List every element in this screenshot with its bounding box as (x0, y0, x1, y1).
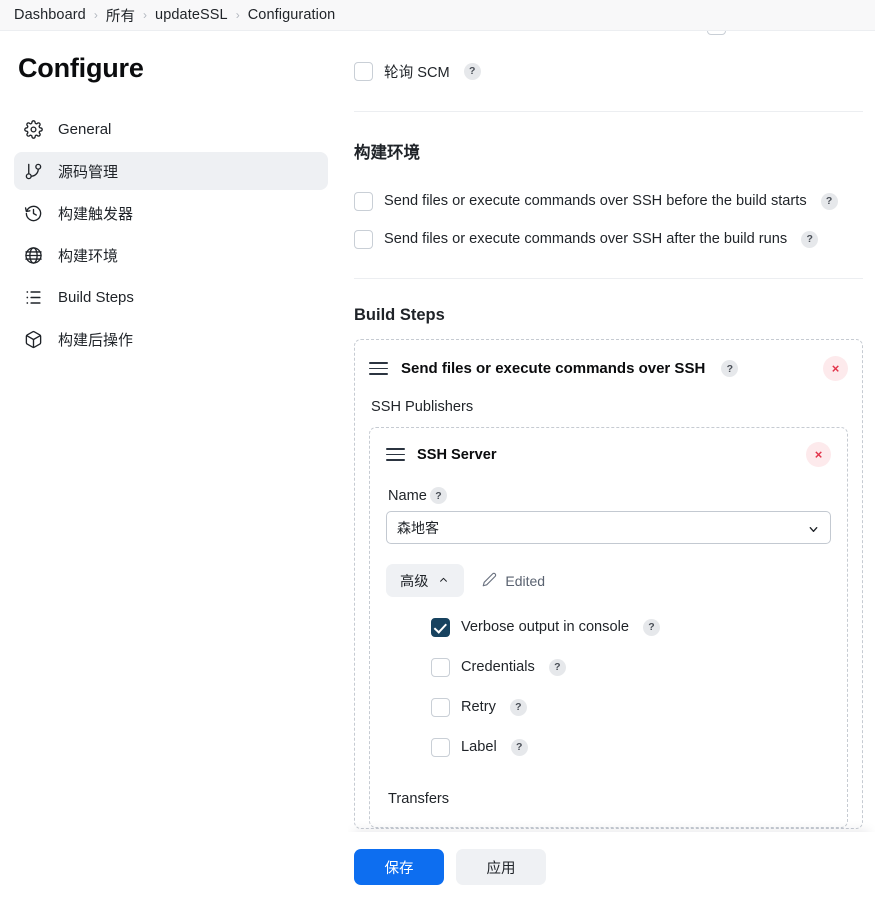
advanced-row: 高级 Edited (386, 564, 831, 597)
help-icon[interactable]: ? (463, 62, 481, 80)
retry-label: Retry (461, 699, 496, 715)
git-branch-icon (23, 161, 44, 182)
drag-handle-icon[interactable] (386, 445, 405, 464)
advanced-options-group: Verbose output in console ? Credentials … (386, 597, 831, 759)
scm-poll-row[interactable]: 轮询 SCM ? (354, 59, 863, 83)
edited-indicator: Edited (482, 572, 545, 590)
build-environment-heading: 构建环境 (354, 144, 420, 162)
help-icon[interactable]: ? (548, 658, 566, 676)
breadcrumb-item-updatessl[interactable]: updateSSL (149, 7, 234, 23)
clock-icon (23, 203, 44, 224)
save-button[interactable]: 保存 (354, 849, 444, 885)
name-field-label: Name ? (388, 487, 831, 504)
sidebar-item-post-build-actions[interactable]: 构建后操作 (14, 320, 328, 358)
delete-build-step-button[interactable]: × (823, 356, 848, 381)
help-icon[interactable]: ? (801, 230, 819, 248)
sidebar-item-label: Build Steps (58, 288, 134, 306)
build-step-panel: Send files or execute commands over SSH … (354, 339, 863, 829)
breadcrumb-item-dashboard[interactable]: Dashboard (8, 7, 92, 23)
ssh-server-title: SSH Server (417, 446, 497, 463)
advanced-option-row[interactable]: Label ? (431, 735, 831, 759)
advanced-option-row[interactable]: Credentials ? (431, 655, 831, 679)
clipped-checkbox-fragment (707, 31, 726, 35)
sidebar-item-label: 构建环境 (58, 247, 119, 265)
sidebar-item-label: General (58, 120, 112, 138)
list-icon (23, 287, 44, 308)
credentials-label: Credentials (461, 659, 535, 675)
verbose-output-label: Verbose output in console (461, 619, 629, 635)
retry-checkbox[interactable] (431, 697, 450, 717)
main-scroll-area: 轮询 SCM ? 构建环境 Send files or execute comm… (348, 31, 875, 902)
sidebar-item-label: 构建触发器 (58, 205, 134, 223)
sidebar-item-build-environment[interactable]: 构建环境 (14, 236, 328, 274)
sidebar-item-build-steps[interactable]: Build Steps (14, 278, 328, 316)
build-step-header: Send files or execute commands over SSH … (369, 356, 848, 381)
ssh-before-build-checkbox[interactable] (354, 191, 373, 211)
globe-icon (23, 245, 44, 266)
label-label: Label (461, 739, 497, 755)
ssh-before-build-label: Send files or execute commands over SSH … (384, 193, 807, 209)
ssh-server-header: SSH Server × (386, 442, 831, 467)
gear-icon (23, 119, 44, 140)
configure-sidebar: Configure General 源码管理 构建触发器 构建环境 Build … (0, 31, 348, 362)
page-title: Configure (18, 53, 144, 83)
ssh-after-build-checkbox[interactable] (354, 229, 373, 249)
drag-handle-icon[interactable] (369, 359, 388, 378)
apply-button[interactable]: 应用 (456, 849, 546, 885)
help-icon[interactable]: ? (510, 738, 528, 756)
help-icon[interactable]: ? (429, 487, 447, 504)
ssh-after-build-label: Send files or execute commands over SSH … (384, 231, 788, 247)
advanced-option-row[interactable]: Retry ? (431, 695, 831, 719)
breadcrumb-separator-icon: › (143, 8, 148, 22)
build-step-title: Send files or execute commands over SSH (401, 360, 706, 377)
name-label-text: Name (388, 487, 427, 504)
build-env-option-row[interactable]: Send files or execute commands over SSH … (354, 227, 863, 251)
label-checkbox[interactable] (431, 737, 450, 757)
scm-poll-checkbox[interactable] (354, 61, 373, 81)
ssh-server-panel: SSH Server × Name ? 森地客 高级 Edited Verbos… (369, 427, 848, 828)
help-icon[interactable]: ? (721, 360, 739, 377)
verbose-output-checkbox[interactable] (431, 617, 450, 637)
transfers-label: Transfers (388, 791, 450, 807)
sidebar-item-label: 源码管理 (58, 163, 119, 181)
build-env-option-row[interactable]: Send files or execute commands over SSH … (354, 189, 863, 213)
package-icon (23, 329, 44, 350)
page-body: Configure General 源码管理 构建触发器 构建环境 Build … (0, 31, 875, 902)
ssh-publishers-label: SSH Publishers (371, 399, 474, 415)
form-footer: 保存 应用 (348, 832, 875, 902)
delete-ssh-server-button[interactable]: × (806, 442, 831, 467)
breadcrumb-item-all[interactable]: 所有 (100, 5, 141, 26)
sidebar-item-general[interactable]: General (14, 110, 328, 148)
pencil-icon (482, 572, 497, 590)
build-steps-heading: Build Steps (354, 306, 445, 324)
breadcrumb-separator-icon: › (235, 8, 240, 22)
main-content: 轮询 SCM ? 构建环境 Send files or execute comm… (348, 31, 875, 902)
sidebar-item-source-code-management[interactable]: 源码管理 (14, 152, 328, 190)
advanced-toggle-label: 高级 (400, 573, 429, 590)
breadcrumb: Dashboard › 所有 › updateSSL › Configurati… (0, 0, 875, 31)
advanced-toggle-button[interactable]: 高级 (386, 564, 465, 597)
sidebar-item-label: 构建后操作 (58, 331, 134, 349)
help-icon[interactable]: ? (509, 698, 527, 716)
ssh-server-name-select[interactable]: 森地客 (386, 511, 831, 544)
ssh-server-name-select-wrap: 森地客 (386, 511, 831, 544)
advanced-option-row[interactable]: Verbose output in console ? (431, 615, 831, 639)
breadcrumb-item-configuration[interactable]: Configuration (242, 7, 342, 23)
breadcrumb-separator-icon: › (93, 8, 98, 22)
sidebar-item-build-triggers[interactable]: 构建触发器 (14, 194, 328, 232)
edited-label: Edited (505, 572, 546, 589)
help-icon[interactable]: ? (820, 192, 838, 210)
credentials-checkbox[interactable] (431, 657, 450, 677)
scm-poll-label: 轮询 SCM (384, 64, 450, 81)
chevron-up-icon (437, 573, 450, 589)
help-icon[interactable]: ? (642, 618, 660, 636)
